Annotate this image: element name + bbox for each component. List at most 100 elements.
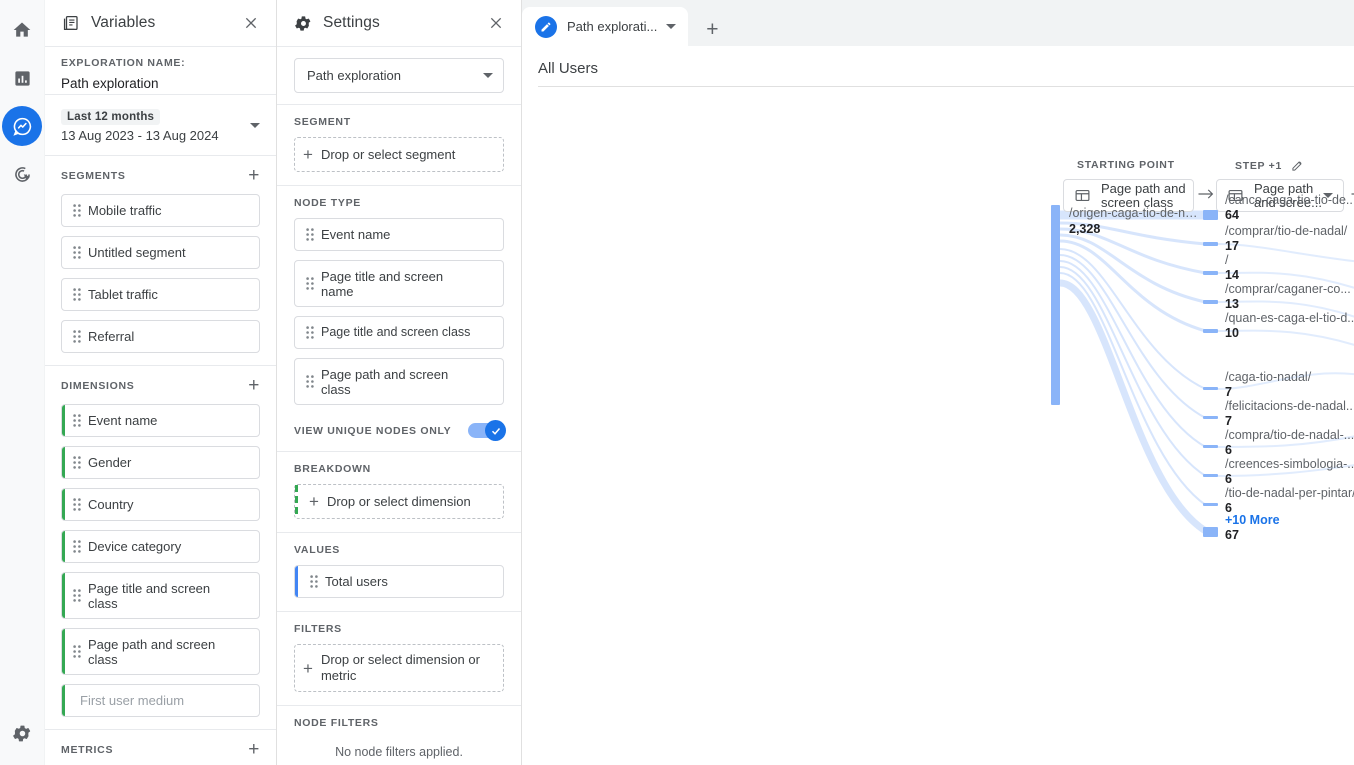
- dimension-chip[interactable]: Gender: [61, 446, 260, 479]
- node-bar[interactable]: [1203, 387, 1218, 390]
- value-metric-chip[interactable]: Total users: [294, 565, 504, 598]
- segments-header: SEGMENTS +: [61, 166, 260, 185]
- dimension-chip[interactable]: Country: [61, 488, 260, 521]
- variables-icon: [61, 13, 81, 33]
- drag-handle-icon[interactable]: [68, 589, 86, 602]
- add-dimension-button[interactable]: +: [248, 376, 260, 395]
- node-label[interactable]: /quan-es-caga-el-tio-d...: [1225, 311, 1354, 325]
- segment-chip[interactable]: Mobile traffic: [61, 194, 260, 227]
- node-bar[interactable]: [1203, 527, 1218, 537]
- chevron-down-icon[interactable]: [666, 24, 676, 29]
- drag-handle-icon[interactable]: [68, 540, 86, 553]
- node-type-chip[interactable]: Page title and screen class: [294, 316, 504, 349]
- node-bar[interactable]: [1203, 329, 1218, 333]
- node-bar[interactable]: [1203, 474, 1218, 477]
- variables-panel: Variables EXPLORATION NAME: Path explora…: [45, 0, 277, 765]
- tab-label: Path explorati...: [567, 19, 657, 34]
- edit-step-icon[interactable]: [1291, 159, 1304, 172]
- dimension-label: Gender: [88, 455, 137, 470]
- breakdown-section: BREAKDOWN + Drop or select dimension: [277, 452, 521, 533]
- drag-handle-icon[interactable]: [68, 456, 86, 469]
- node-type-label-3: Page path and screen class: [321, 367, 481, 397]
- drag-handle-icon[interactable]: [68, 288, 86, 301]
- node-bar[interactable]: [1203, 210, 1218, 220]
- node-label[interactable]: /comprar/tio-de-nadal/: [1225, 224, 1354, 238]
- node-bar[interactable]: [1203, 445, 1218, 448]
- drag-handle-icon[interactable]: [68, 414, 86, 427]
- exploration-name-block[interactable]: EXPLORATION NAME: Path exploration: [45, 47, 276, 95]
- chevron-down-icon: [483, 73, 493, 78]
- node-type-label-2: Page title and screen class: [321, 325, 476, 340]
- add-metric-button[interactable]: +: [248, 740, 260, 759]
- segment-chip[interactable]: Referral: [61, 320, 260, 353]
- drag-handle-icon[interactable]: [301, 375, 319, 388]
- drag-handle-icon[interactable]: [68, 330, 86, 343]
- drag-handle-icon[interactable]: [68, 204, 86, 217]
- node-type-chip[interactable]: Page path and screen class: [294, 358, 504, 405]
- drag-handle-icon[interactable]: [305, 575, 323, 588]
- drag-handle-icon[interactable]: [68, 645, 86, 658]
- node-bar[interactable]: [1203, 416, 1218, 419]
- node-label[interactable]: /creences-simbologia-...: [1225, 457, 1354, 471]
- metrics-section: METRICS +: [45, 730, 276, 765]
- drag-handle-icon[interactable]: [301, 228, 319, 241]
- filters-dropzone[interactable]: + Drop or select dimension or metric: [294, 644, 504, 692]
- node-filters-label: NODE FILTERS: [294, 717, 504, 729]
- exploration-name-value: Path exploration: [61, 76, 260, 91]
- segment-chip[interactable]: Tablet traffic: [61, 278, 260, 311]
- drag-handle-icon[interactable]: [301, 277, 319, 290]
- tab-path-exploration[interactable]: Path explorati...: [522, 7, 688, 46]
- node-label[interactable]: /caga-tio-nadal/: [1225, 370, 1354, 384]
- segment-dropzone[interactable]: + Drop or select segment: [294, 137, 504, 172]
- date-range-picker[interactable]: Last 12 months 13 Aug 2023 - 13 Aug 2024: [45, 95, 276, 156]
- node-label[interactable]: /tio-de-nadal-per-pintar/: [1225, 486, 1354, 500]
- add-segment-button[interactable]: +: [248, 166, 260, 185]
- gear-icon[interactable]: [3, 713, 43, 753]
- unique-nodes-toggle-row: VIEW UNIQUE NODES ONLY: [277, 409, 521, 452]
- node-label[interactable]: /origen-caga-tio-de-na...: [1069, 206, 1201, 220]
- node-label[interactable]: /compra/tio-de-nadal-...: [1225, 428, 1354, 442]
- close-icon[interactable]: [485, 12, 507, 34]
- home-icon[interactable]: [2, 10, 42, 50]
- plus-icon: +: [303, 660, 313, 677]
- breakdown-dropzone[interactable]: + Drop or select dimension: [294, 484, 504, 519]
- node-label-more[interactable]: +10 More: [1225, 513, 1354, 527]
- drag-handle-icon[interactable]: [68, 498, 86, 511]
- drag-handle-icon[interactable]: [301, 326, 319, 339]
- ga4-explore-app: Variables EXPLORATION NAME: Path explora…: [0, 0, 1354, 765]
- segment-setting-section: SEGMENT + Drop or select segment: [277, 105, 521, 186]
- check-icon: [485, 420, 506, 441]
- node-bar[interactable]: [1203, 503, 1218, 506]
- node-label[interactable]: /felicitacions-de-nadal...: [1225, 399, 1354, 413]
- node-bar[interactable]: [1203, 242, 1218, 246]
- dimension-chip[interactable]: Page title and screen class: [61, 572, 260, 619]
- node-value: 7: [1225, 385, 1232, 399]
- dimension-chip[interactable]: Event name: [61, 404, 260, 437]
- segment-label: Tablet traffic: [88, 287, 164, 302]
- segment-chip[interactable]: Untitled segment: [61, 236, 260, 269]
- close-icon[interactable]: [240, 12, 262, 34]
- technique-select[interactable]: Path exploration: [294, 58, 504, 93]
- node-bar[interactable]: [1051, 205, 1060, 405]
- dimension-chip[interactable]: Device category: [61, 530, 260, 563]
- main-canvas: Path explorati... + All Users: [522, 0, 1354, 765]
- node-label[interactable]: /canco-caga-tio-tio-de...: [1225, 193, 1354, 207]
- explore-icon[interactable]: [2, 106, 42, 146]
- node-type-label-0: Event name: [321, 227, 396, 242]
- horizontal-scrollbar[interactable]: [522, 746, 1354, 765]
- unique-nodes-toggle[interactable]: [468, 423, 504, 438]
- node-type-chip[interactable]: Page title and screen name: [294, 260, 504, 307]
- reports-icon[interactable]: [2, 58, 42, 98]
- dimension-label: Device category: [88, 539, 187, 554]
- dimension-chip-placeholder[interactable]: First user medium: [61, 684, 260, 717]
- node-type-chip[interactable]: Event name: [294, 218, 504, 251]
- node-label[interactable]: /: [1225, 253, 1354, 267]
- drag-handle-icon[interactable]: [68, 246, 86, 259]
- chevron-down-icon[interactable]: [250, 123, 260, 128]
- node-label[interactable]: /comprar/caganer-co...: [1225, 282, 1354, 296]
- node-bar[interactable]: [1203, 300, 1218, 304]
- dimension-chip[interactable]: Page path and screen class: [61, 628, 260, 675]
- node-bar[interactable]: [1203, 271, 1218, 275]
- advertising-icon[interactable]: [2, 154, 42, 194]
- add-tab-button[interactable]: +: [693, 13, 731, 46]
